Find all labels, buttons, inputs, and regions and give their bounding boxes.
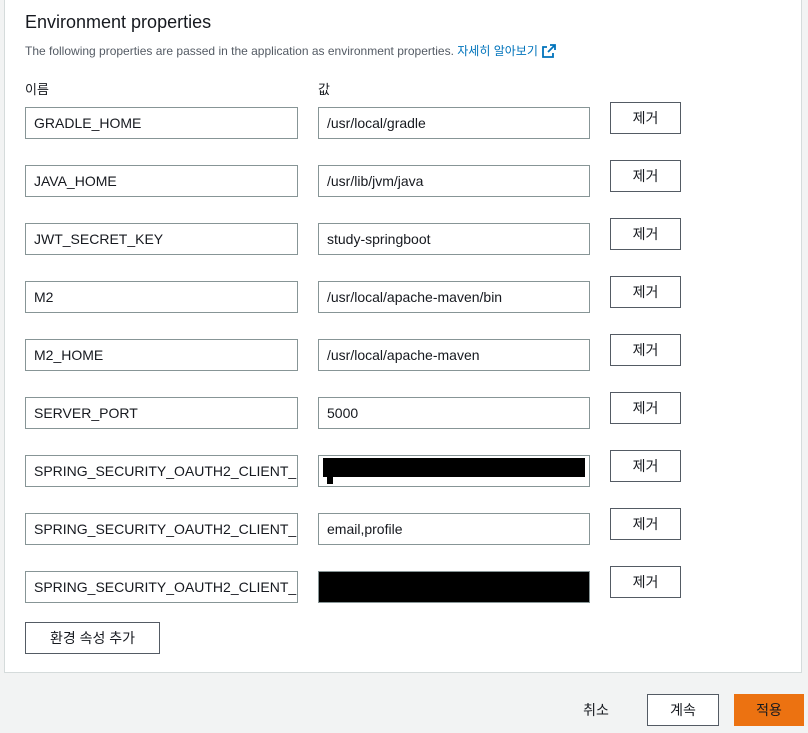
property-value-input[interactable]: /usr/lib/jvm/java xyxy=(318,165,590,197)
property-name-input[interactable]: SPRING_SECURITY_OAUTH2_CLIENT_RE xyxy=(25,571,298,603)
remove-property-button[interactable]: 제거 xyxy=(610,102,681,134)
property-value-input[interactable]: study-springboot xyxy=(318,223,590,255)
add-environment-property-button[interactable]: 환경 속성 추가 xyxy=(25,622,160,654)
property-value-input[interactable]: /usr/local/apache-maven xyxy=(318,339,590,371)
redaction-mark xyxy=(327,477,333,484)
property-row: SERVER_PORT 5000 제거 xyxy=(5,392,801,429)
property-row: M2_HOME /usr/local/apache-maven 제거 xyxy=(5,334,801,371)
property-name-input[interactable]: GRADLE_HOME xyxy=(25,107,298,139)
remove-property-button[interactable]: 제거 xyxy=(610,508,681,540)
property-row: SPRING_SECURITY_OAUTH2_CLIENT_RE email,p… xyxy=(5,508,801,545)
property-name-input[interactable]: M2_HOME xyxy=(25,339,298,371)
apply-button[interactable]: 적용 xyxy=(734,694,804,726)
property-name-input[interactable]: SERVER_PORT xyxy=(25,397,298,429)
section-description: The following properties are passed in t… xyxy=(25,42,556,61)
property-row: JAVA_HOME /usr/lib/jvm/java 제거 xyxy=(5,160,801,197)
description-text: The following properties are passed in t… xyxy=(25,44,454,58)
redaction-mark xyxy=(323,458,585,477)
property-value-input[interactable]: email,profile xyxy=(318,513,590,545)
remove-property-button[interactable]: 제거 xyxy=(610,392,681,424)
section-title: Environment properties xyxy=(25,12,212,32)
property-name-input[interactable]: JWT_SECRET_KEY xyxy=(25,223,298,255)
remove-property-button[interactable]: 제거 xyxy=(610,218,681,250)
value-column-label: 값 xyxy=(318,82,330,97)
continue-button[interactable]: 계속 xyxy=(647,694,719,726)
environment-properties-panel: Environment properties The following pro… xyxy=(4,0,802,673)
property-row: JWT_SECRET_KEY study-springboot 제거 xyxy=(5,218,801,255)
learn-more-link[interactable]: 자세히 알아보기 xyxy=(457,44,556,58)
remove-property-button[interactable]: 제거 xyxy=(610,276,681,308)
property-row: SPRING_SECURITY_OAUTH2_CLIENT_RE 제거 xyxy=(5,566,801,603)
property-name-input[interactable]: JAVA_HOME xyxy=(25,165,298,197)
name-column-label: 이름 xyxy=(25,82,49,97)
external-link-icon xyxy=(541,44,556,61)
property-value-input-redacted[interactable] xyxy=(318,455,590,487)
property-name-input[interactable]: SPRING_SECURITY_OAUTH2_CLIENT_RE xyxy=(25,513,298,545)
property-value-input[interactable]: 5000 xyxy=(318,397,590,429)
property-value-input[interactable]: /usr/local/apache-maven/bin xyxy=(318,281,590,313)
cancel-button[interactable]: 취소 xyxy=(570,699,622,721)
redaction-mark xyxy=(319,572,589,602)
property-name-input[interactable]: M2 xyxy=(25,281,298,313)
property-row: M2 /usr/local/apache-maven/bin 제거 xyxy=(5,276,801,313)
learn-more-label: 자세히 알아보기 xyxy=(457,44,538,58)
remove-property-button[interactable]: 제거 xyxy=(610,334,681,366)
remove-property-button[interactable]: 제거 xyxy=(610,566,681,598)
property-value-input[interactable]: /usr/local/gradle xyxy=(318,107,590,139)
property-row: GRADLE_HOME /usr/local/gradle 제거 xyxy=(5,102,801,139)
property-value-input-redacted[interactable] xyxy=(318,571,590,603)
property-row: SPRING_SECURITY_OAUTH2_CLIENT_RE 제거 xyxy=(5,450,801,487)
property-name-input[interactable]: SPRING_SECURITY_OAUTH2_CLIENT_RE xyxy=(25,455,298,487)
remove-property-button[interactable]: 제거 xyxy=(610,160,681,192)
remove-property-button[interactable]: 제거 xyxy=(610,450,681,482)
